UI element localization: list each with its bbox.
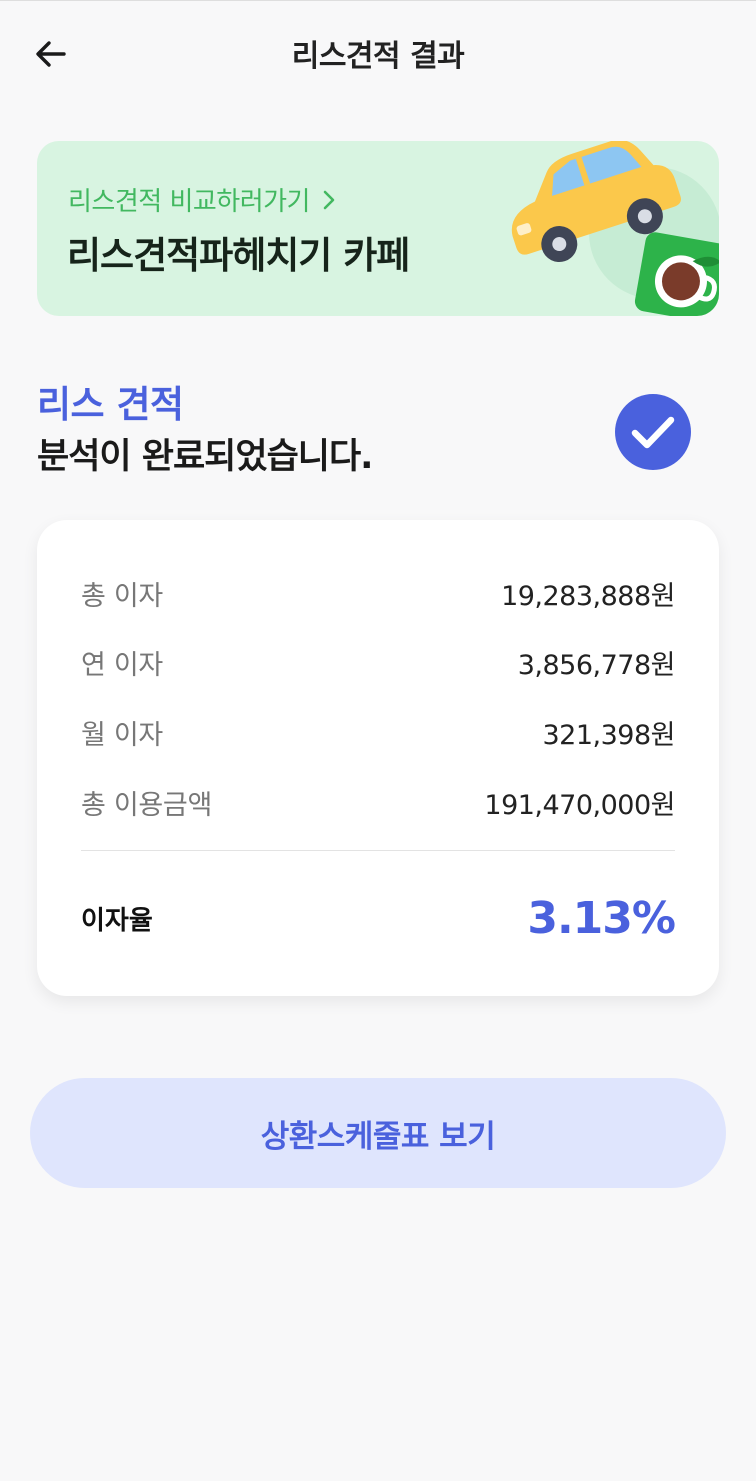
top-app-bar: 리스견적 결과 bbox=[0, 1, 756, 105]
coffee-cup-icon bbox=[634, 232, 719, 316]
compare-quote-link-label: 리스견적 비교하러가기 bbox=[68, 187, 310, 217]
view-repayment-schedule-button[interactable]: 상환스케줄표 보기 bbox=[30, 1078, 726, 1188]
summary-label: 총 이자 bbox=[81, 580, 163, 612]
summary-row-monthly-interest: 월 이자 321,398원 bbox=[81, 712, 675, 752]
summary-row-total-amount: 총 이용금액 191,470,000원 bbox=[81, 782, 675, 822]
interest-rate-value: 3.13% bbox=[527, 892, 676, 944]
analysis-heading: 리스 견적 분석이 완료되었습니다. bbox=[37, 381, 373, 485]
summary-value: 3,856,778원 bbox=[517, 649, 676, 681]
cafe-promo-banner[interactable]: 리스견적 비교하러가기 리스견적파헤치기 카페 bbox=[37, 141, 719, 316]
card-divider bbox=[81, 850, 675, 851]
interest-rate-row: 이자율 3.13% bbox=[81, 890, 676, 946]
summary-value: 191,470,000원 bbox=[484, 789, 675, 821]
interest-rate-label: 이자율 bbox=[81, 905, 153, 936]
result-accent-title: 리스 견적 bbox=[37, 383, 184, 426]
summary-label: 총 이용금액 bbox=[81, 789, 212, 821]
summary-value: 321,398원 bbox=[542, 719, 676, 751]
page-title: 리스견적 결과 bbox=[291, 39, 465, 74]
summary-value: 19,283,888원 bbox=[501, 580, 675, 612]
summary-row-annual-interest: 연 이자 3,856,778원 bbox=[81, 642, 676, 682]
interest-summary-card: 총 이자 19,283,888원 연 이자 3,856,778원 월 이자 32… bbox=[37, 520, 719, 996]
summary-label: 연 이자 bbox=[81, 649, 163, 681]
car-and-coffee-illustration bbox=[511, 141, 719, 316]
compare-quote-link[interactable]: 리스견적 비교하러가기 bbox=[68, 181, 336, 218]
check-circle-icon bbox=[615, 394, 691, 470]
result-message: 분석이 완료되었습니다. bbox=[37, 437, 373, 477]
summary-label: 월 이자 bbox=[81, 719, 163, 751]
banner-title: 리스견적파헤치기 카페 bbox=[67, 234, 410, 277]
chevron-right-icon bbox=[323, 190, 335, 209]
summary-row-total-interest: 총 이자 19,283,888원 bbox=[81, 573, 675, 613]
